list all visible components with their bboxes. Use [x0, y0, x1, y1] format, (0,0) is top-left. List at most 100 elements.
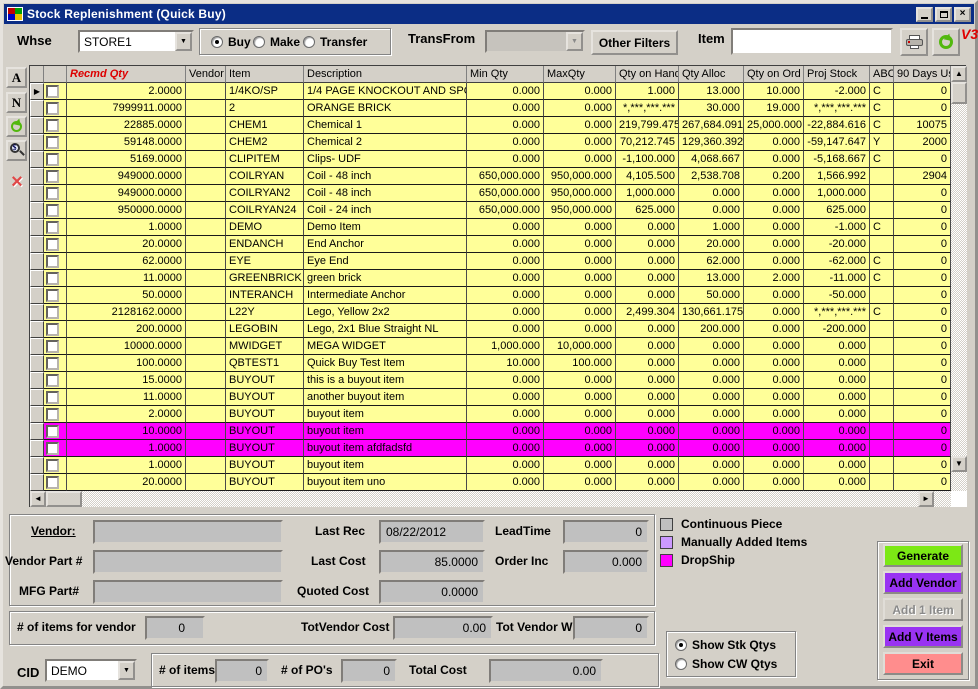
cell-vendor[interactable] — [186, 423, 226, 440]
chevron-down-icon[interactable]: ▼ — [118, 661, 135, 680]
cell-vendor[interactable] — [186, 117, 226, 134]
cell-item[interactable]: BUYOUT — [226, 406, 304, 423]
table-row[interactable]: 1.0000 DEMO Demo Item 0.000 0.000 0.000 … — [30, 219, 951, 236]
row-checkbox-cell[interactable] — [44, 202, 67, 219]
cell-proj-stock[interactable]: -50.000 — [804, 287, 870, 304]
cell-recmd-qty[interactable]: 62.0000 — [67, 253, 186, 270]
vendor-link[interactable]: Vendor: — [31, 524, 76, 538]
cell-recmd-qty[interactable]: 2.0000 — [67, 83, 186, 100]
cell-vendor[interactable] — [186, 304, 226, 321]
table-row[interactable]: 5169.0000 CLIPITEM Clips- UDF 0.000 0.00… — [30, 151, 951, 168]
radio-make[interactable]: Make — [253, 35, 300, 49]
cell-90-days[interactable]: 0 — [894, 185, 951, 202]
cell-abc[interactable]: C — [870, 100, 894, 117]
column-header-min-qty[interactable]: Min Qty — [467, 66, 544, 83]
cell-min-qty[interactable]: 0.000 — [467, 151, 544, 168]
cell-description[interactable]: buyout item — [304, 457, 467, 474]
cell-description[interactable]: Quick Buy Test Item — [304, 355, 467, 372]
cell-qty-alloc[interactable]: 0.000 — [679, 440, 744, 457]
cell-proj-stock[interactable]: 625.000 — [804, 202, 870, 219]
cell-max-qty[interactable]: 100.000 — [544, 355, 616, 372]
select-none-button[interactable]: N — [6, 92, 27, 113]
cell-qty-alloc[interactable]: 13.000 — [679, 83, 744, 100]
cell-qty-alloc[interactable]: 0.000 — [679, 355, 744, 372]
cell-90-days[interactable]: 0 — [894, 372, 951, 389]
cell-proj-stock[interactable]: 0.000 — [804, 440, 870, 457]
cell-abc[interactable] — [870, 406, 894, 423]
cell-item[interactable]: BUYOUT — [226, 372, 304, 389]
cell-proj-stock[interactable]: *,***,***.*** — [804, 100, 870, 117]
cell-max-qty[interactable]: 0.000 — [544, 440, 616, 457]
cell-qty-on-hand[interactable]: 0.000 — [616, 474, 679, 491]
cell-qty-on-hand[interactable]: 2,499.304 — [616, 304, 679, 321]
row-checkbox-cell[interactable] — [44, 117, 67, 134]
cell-qty-on-hand[interactable]: 0.000 — [616, 406, 679, 423]
cell-vendor[interactable] — [186, 270, 226, 287]
cell-vendor[interactable] — [186, 151, 226, 168]
row-checkbox-cell[interactable] — [44, 151, 67, 168]
cell-max-qty[interactable]: 10,000.000 — [544, 338, 616, 355]
cell-item[interactable]: COILRYAN2 — [226, 185, 304, 202]
cell-abc[interactable]: Y — [870, 134, 894, 151]
row-checkbox-cell[interactable] — [44, 219, 67, 236]
cell-90-days[interactable]: 0 — [894, 304, 951, 321]
cell-recmd-qty[interactable]: 2128162.0000 — [67, 304, 186, 321]
table-row[interactable]: 11.0000 BUYOUT another buyout item 0.000… — [30, 389, 951, 406]
radio-transfer[interactable]: Transfer — [303, 35, 367, 49]
column-header-qty-on-hand[interactable]: Qty on Hand — [616, 66, 679, 83]
cell-90-days[interactable]: 10075 — [894, 117, 951, 134]
vertical-scroll-thumb[interactable] — [951, 82, 967, 104]
column-header-proj-stock[interactable]: Proj Stock — [804, 66, 870, 83]
cell-recmd-qty[interactable]: 200.0000 — [67, 321, 186, 338]
radio-show-cw-qtys[interactable]: Show CW Qtys — [675, 657, 777, 671]
cell-qty-on-hand[interactable]: 0.000 — [616, 287, 679, 304]
cell-vendor[interactable] — [186, 100, 226, 117]
cell-proj-stock[interactable]: 0.000 — [804, 474, 870, 491]
cell-qty-on-ord[interactable]: 0.000 — [744, 185, 804, 202]
cell-proj-stock[interactable]: -11.000 — [804, 270, 870, 287]
cell-proj-stock[interactable]: -20.000 — [804, 236, 870, 253]
cell-item[interactable]: COILRYAN24 — [226, 202, 304, 219]
cell-min-qty[interactable]: 0.000 — [467, 236, 544, 253]
row-checkbox[interactable] — [46, 102, 59, 115]
cell-qty-on-ord[interactable]: 0.000 — [744, 219, 804, 236]
cell-description[interactable]: buyout item afdfadsfd — [304, 440, 467, 457]
cell-proj-stock[interactable]: *,***,***.*** — [804, 304, 870, 321]
cell-proj-stock[interactable]: -62.000 — [804, 253, 870, 270]
cell-qty-alloc[interactable]: 4,068.667 — [679, 151, 744, 168]
table-row[interactable]: 10000.0000 MWIDGET MEGA WIDGET 1,000.000… — [30, 338, 951, 355]
row-selector[interactable] — [30, 440, 44, 457]
cell-proj-stock[interactable]: -59,147.647 — [804, 134, 870, 151]
cell-90-days[interactable]: 0 — [894, 151, 951, 168]
row-checkbox-cell[interactable] — [44, 253, 67, 270]
row-checkbox[interactable] — [46, 221, 59, 234]
cell-qty-on-hand[interactable]: 0.000 — [616, 389, 679, 406]
cell-recmd-qty[interactable]: 11.0000 — [67, 270, 186, 287]
cell-qty-on-ord[interactable]: 0.000 — [744, 389, 804, 406]
cell-recmd-qty[interactable]: 2.0000 — [67, 406, 186, 423]
row-selector[interactable] — [30, 202, 44, 219]
cell-qty-on-hand[interactable]: 0.000 — [616, 457, 679, 474]
row-checkbox[interactable] — [46, 476, 59, 489]
cell-abc[interactable] — [870, 202, 894, 219]
delete-button[interactable]: × — [7, 172, 27, 192]
cell-qty-alloc[interactable]: 267,684.091 — [679, 117, 744, 134]
cell-qty-on-hand[interactable]: -1,100.000 — [616, 151, 679, 168]
row-checkbox[interactable] — [46, 119, 59, 132]
row-selector[interactable] — [30, 406, 44, 423]
cell-qty-on-ord[interactable]: 0.000 — [744, 406, 804, 423]
cell-abc[interactable]: C — [870, 304, 894, 321]
cell-min-qty[interactable]: 0.000 — [467, 457, 544, 474]
cell-abc[interactable]: C — [870, 117, 894, 134]
chevron-down-icon[interactable]: ▼ — [175, 32, 192, 51]
cell-vendor[interactable] — [186, 372, 226, 389]
cell-qty-on-ord[interactable]: 25,000.000 — [744, 117, 804, 134]
cell-vendor[interactable] — [186, 83, 226, 100]
cell-min-qty[interactable]: 0.000 — [467, 440, 544, 457]
cell-recmd-qty[interactable]: 1.0000 — [67, 440, 186, 457]
cell-qty-on-hand[interactable]: 0.000 — [616, 372, 679, 389]
cell-qty-alloc[interactable]: 130,661.175 — [679, 304, 744, 321]
row-checkbox-cell[interactable] — [44, 355, 67, 372]
cell-qty-on-hand[interactable]: 0.000 — [616, 219, 679, 236]
cell-90-days[interactable]: 0 — [894, 321, 951, 338]
